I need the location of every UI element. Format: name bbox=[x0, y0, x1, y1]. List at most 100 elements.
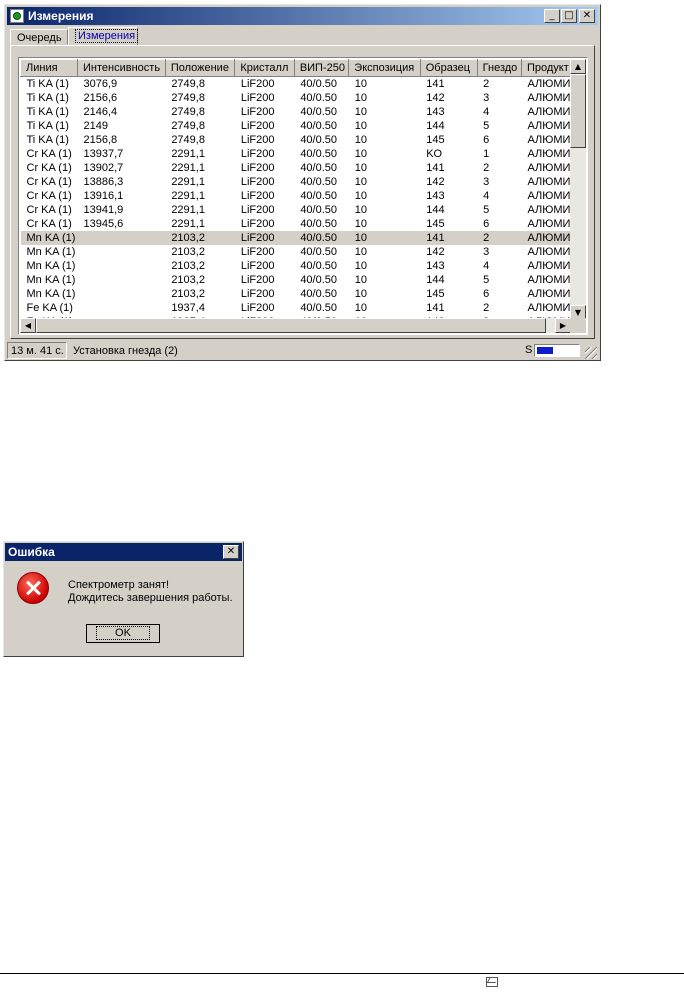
table-cell: 144 bbox=[426, 120, 445, 132]
table-cell: Mn KA (1) bbox=[26, 288, 76, 300]
dialog-close-button[interactable]: ✕ bbox=[223, 545, 239, 559]
table-row[interactable]: Cr KA (1) 13902,7 2291,1 LiF200 40/0.50 10 141… bbox=[21, 161, 571, 175]
table-cell: LiF200 bbox=[240, 106, 275, 118]
horizontal-scroll-thumb[interactable] bbox=[36, 318, 546, 333]
table-cell: 2103,2 bbox=[165, 231, 235, 245]
table-cell: 10 bbox=[354, 106, 368, 118]
table-cell: 2 bbox=[477, 231, 522, 245]
resize-grip-icon[interactable] bbox=[585, 347, 597, 359]
column-header[interactable]: Кристалл bbox=[234, 59, 295, 77]
table-cell: 2103,2 bbox=[171, 260, 205, 272]
table-cell: 10 bbox=[354, 92, 368, 104]
horizontal-scrollbar[interactable]: ◀ ▶ bbox=[20, 318, 571, 333]
scroll-left-button[interactable]: ◀ bbox=[20, 318, 36, 333]
table-cell: 40/0.50 bbox=[300, 78, 338, 90]
table-row[interactable]: Mn KA (1) 2103,2 LiF200 40/0.50 10 141 2 АЛЮМИ bbox=[20, 231, 571, 245]
table-row[interactable]: Mn KA (1) 2103,2 LiF200 40/0.50 10 145 6 АЛЮМИ bbox=[21, 287, 571, 301]
table-cell: 5 bbox=[483, 274, 490, 286]
table-cell: 2749,8 bbox=[171, 106, 205, 118]
table-cell: Cr KA (1) bbox=[26, 218, 72, 230]
column-header[interactable]: Продукт bbox=[520, 59, 571, 77]
table-cell: 40/0.50 bbox=[300, 106, 338, 118]
table-cell: LiF200 bbox=[240, 190, 275, 202]
table-cell: АЛЮМИ bbox=[527, 134, 571, 146]
table-cell: LiF200 bbox=[240, 134, 275, 146]
header-row: Линия Интенсивность Положение Кристалл ВИП-2… bbox=[20, 59, 571, 77]
error-message: Спектрометр занят! Дождитесь завершения … bbox=[68, 579, 233, 605]
table-cell: 144 bbox=[426, 204, 445, 216]
error-icon bbox=[17, 572, 49, 604]
table-cell: Mn KA (1) bbox=[26, 274, 76, 286]
table-row[interactable]: Ti KA (1) 2156,8 2749,8 LiF200 40/0.50 10 145 6… bbox=[21, 133, 571, 147]
table-row[interactable]: Cr KA (1) 13937,7 2291,1 LiF200 40/0.50 10 KO 1… bbox=[21, 147, 571, 161]
table-cell: 40/0.50 bbox=[300, 134, 338, 146]
table-cell: LiF200 bbox=[240, 148, 275, 160]
column-header[interactable]: ВИП-250 bbox=[293, 59, 350, 77]
table-cell: Mn KA (1) bbox=[20, 231, 78, 245]
table-cell: 40/0.50 bbox=[300, 204, 338, 216]
table-cell: 3 bbox=[483, 176, 490, 188]
column-header[interactable]: Линия bbox=[20, 59, 79, 77]
measurements-list[interactable]: Линия Интенсивность Положение Кристалл ВИП-2… bbox=[18, 57, 588, 335]
table-cell: 2749,8 bbox=[171, 92, 205, 104]
tab-measurements[interactable]: Измерения bbox=[68, 27, 139, 46]
column-header[interactable]: Гнездо bbox=[476, 59, 522, 77]
table-row[interactable]: Cr KA (1) 13941,9 2291,1 LiF200 40/0.50 10 144… bbox=[21, 203, 571, 217]
table-row[interactable]: Fe KA (1) 1937,4 LiF200 40/0.50 10 141 2 АЛЮМИ bbox=[21, 301, 571, 315]
table-row[interactable]: Ti KA (1) 2149 2749,8 LiF200 40/0.50 10 144 5 АЛ… bbox=[21, 119, 571, 133]
table-row[interactable]: Mn KA (1) 2103,2 LiF200 40/0.50 10 144 5 АЛЮМИ bbox=[21, 273, 571, 287]
table-cell: 145 bbox=[426, 288, 445, 300]
table-cell: Mn KA (1) bbox=[26, 260, 76, 272]
table-row[interactable]: Cr KA (1) 13886,3 2291,1 LiF200 40/0.50 10 142… bbox=[21, 175, 571, 189]
table-cell: 40/0.50 bbox=[300, 274, 338, 286]
table-cell: Cr KA (1) bbox=[26, 148, 72, 160]
table-cell: АЛЮМИ bbox=[527, 302, 571, 314]
table-row[interactable]: Ti KA (1) 2156,6 2749,8 LiF200 40/0.50 10 142 3… bbox=[21, 91, 571, 105]
table-cell: 10 bbox=[354, 176, 368, 188]
table-row[interactable]: Ti KA (1) 2146,4 2749,8 LiF200 40/0.50 10 143 4… bbox=[21, 105, 571, 119]
dialog-title-bar[interactable]: Ошибка ✕ bbox=[5, 543, 242, 561]
table-cell: 10 bbox=[354, 218, 368, 230]
close-button[interactable]: ✕ bbox=[579, 9, 595, 23]
table-cell: АЛЮМИ bbox=[527, 288, 571, 300]
table-cell: 13886,3 bbox=[83, 176, 124, 188]
minimize-button[interactable]: _ bbox=[544, 9, 560, 23]
table-cell: АЛЮМИ bbox=[527, 260, 571, 272]
vertical-scrollbar[interactable]: ▲ ▼ bbox=[570, 59, 586, 320]
table-cell bbox=[78, 301, 166, 315]
table-cell: 2291,1 bbox=[171, 218, 205, 230]
table-cell: 13902,7 bbox=[83, 162, 124, 174]
table-cell: 13937,7 bbox=[83, 148, 124, 160]
column-header[interactable]: Интенсивность bbox=[77, 59, 166, 77]
table-cell: LiF200 bbox=[234, 231, 295, 245]
ok-button[interactable]: OK bbox=[86, 624, 160, 643]
column-header[interactable]: Образец bbox=[419, 59, 478, 77]
table-row[interactable]: Mn KA (1) 2103,2 LiF200 40/0.50 10 142 3 АЛЮМИ bbox=[21, 245, 571, 259]
table-row[interactable]: Mn KA (1) 2103,2 LiF200 40/0.50 10 143 4 АЛЮМИ bbox=[21, 259, 571, 273]
table-cell: 2 bbox=[483, 78, 490, 90]
table-cell: Cr KA (1) bbox=[26, 162, 72, 174]
table-cell: 2291,1 bbox=[171, 204, 205, 216]
table-cell: 13941,9 bbox=[83, 204, 124, 216]
table-cell: 1 bbox=[483, 148, 490, 160]
table-cell: 10 bbox=[354, 260, 368, 272]
column-header[interactable]: Экспозиция bbox=[348, 59, 421, 77]
table-cell: 2103,2 bbox=[171, 246, 205, 258]
vertical-scroll-thumb[interactable] bbox=[570, 74, 586, 148]
scroll-right-button[interactable]: ▶ bbox=[555, 318, 571, 333]
table-cell: 2749,8 bbox=[171, 134, 205, 146]
table-cell bbox=[77, 231, 166, 245]
table-body: Ti KA (1) 3076,9 2749,8 LiF200 40/0.50 10 141 2… bbox=[20, 77, 571, 321]
tab-queue[interactable]: Очередь bbox=[10, 29, 68, 45]
table-cell: АЛЮМИ bbox=[527, 176, 571, 188]
table-row[interactable]: Cr KA (1) 13945,6 2291,1 LiF200 40/0.50 10 145… bbox=[21, 217, 571, 231]
column-header[interactable]: Положение bbox=[164, 59, 236, 77]
table-row[interactable]: Ti KA (1) 3076,9 2749,8 LiF200 40/0.50 10 141 2… bbox=[21, 77, 571, 92]
maximize-button[interactable]: □ bbox=[561, 9, 577, 23]
title-bar[interactable]: Измерения _ □ ✕ bbox=[7, 7, 598, 25]
table-row[interactable]: Cr KA (1) 13916,1 2291,1 LiF200 40/0.50 10 143… bbox=[21, 189, 571, 203]
scroll-up-button[interactable]: ▲ bbox=[570, 59, 586, 74]
progress-fill bbox=[537, 347, 553, 354]
table-cell: Ti KA (1) bbox=[26, 120, 69, 132]
tab-measurements-label: Измерения bbox=[75, 29, 139, 43]
